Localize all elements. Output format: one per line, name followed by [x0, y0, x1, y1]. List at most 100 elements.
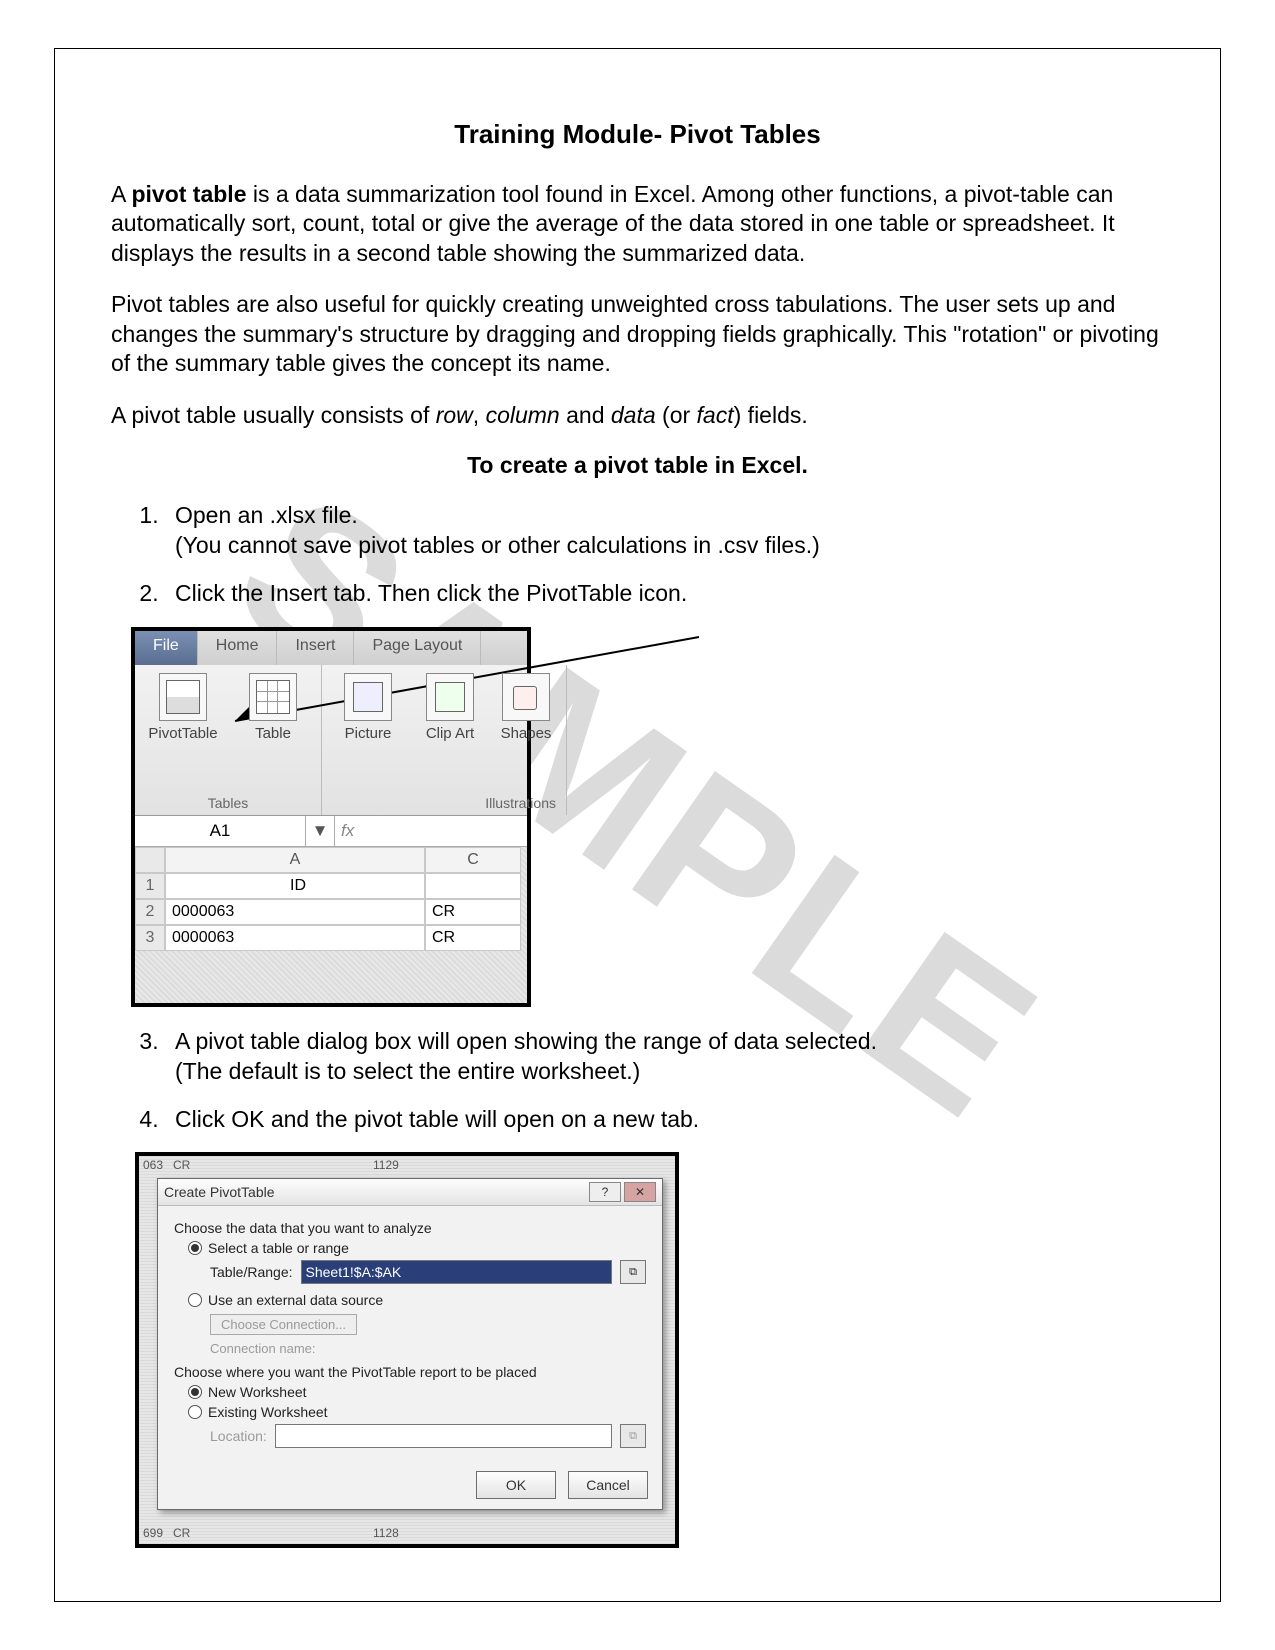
pivottable-label: PivotTable — [148, 725, 217, 742]
radio-dot-icon — [188, 1405, 202, 1419]
cell-c2[interactable]: CR — [425, 899, 521, 925]
shapes-button[interactable]: Shapes — [496, 673, 556, 742]
name-box[interactable]: A1 — [135, 816, 306, 846]
name-box-dropdown[interactable]: ▼ — [306, 816, 335, 846]
radio-external-label: Use an external data source — [208, 1292, 383, 1308]
radio-select-range-label: Select a table or range — [208, 1240, 349, 1256]
label-choose-data: Choose the data that you want to analyze — [174, 1220, 646, 1236]
clipart-icon — [426, 673, 474, 721]
row-header-2[interactable]: 2 — [135, 899, 165, 925]
clipart-label: Clip Art — [426, 725, 474, 742]
radio-select-range[interactable]: Select a table or range — [188, 1240, 646, 1256]
steps-list-cont: A pivot table dialog box will open showi… — [121, 1027, 1164, 1135]
paragraph-3: A pivot table usually consists of row, c… — [111, 401, 1164, 430]
bg-cell: 063 — [143, 1158, 173, 1174]
text: , — [473, 402, 486, 428]
radio-dot-icon — [188, 1293, 202, 1307]
step-4: Click OK and the pivot table will open o… — [165, 1105, 1164, 1135]
bg-cell: 1128 — [373, 1526, 433, 1542]
label-table-range: Table/Range: — [210, 1264, 293, 1280]
group-tables-label: Tables — [145, 795, 311, 813]
bg-cell: 1129 — [373, 1158, 433, 1174]
table-label: Table — [255, 725, 291, 742]
label-choose-place: Choose where you want the PivotTable rep… — [174, 1364, 646, 1380]
screenshot-dialog: 063CR1129 699CR1128 Create PivotTable ? … — [135, 1152, 679, 1548]
choose-connection-button: Choose Connection... — [210, 1314, 357, 1335]
cell-a3[interactable]: 0000063 — [165, 925, 425, 951]
location-picker-button[interactable]: ⧉ — [620, 1424, 646, 1448]
bg-cell: 699 — [143, 1526, 173, 1542]
tab-page-layout[interactable]: Page Layout — [354, 631, 481, 665]
step-1-text: Open an .xlsx file. — [175, 502, 358, 528]
ok-button[interactable]: OK — [476, 1471, 556, 1499]
term-column: column — [486, 402, 560, 428]
bg-cell: CR — [173, 1158, 373, 1174]
dialog-help-button[interactable]: ? — [589, 1182, 621, 1202]
pivottable-icon — [159, 673, 207, 721]
label-location: Location: — [210, 1428, 267, 1444]
paragraph-2: Pivot tables are also useful for quickly… — [111, 290, 1164, 378]
location-input[interactable] — [275, 1424, 612, 1448]
cell-a2[interactable]: 0000063 — [165, 899, 425, 925]
text: ) fields. — [734, 402, 808, 428]
term-data: data — [611, 402, 656, 428]
page-title: Training Module- Pivot Tables — [111, 119, 1164, 150]
tab-insert[interactable]: Insert — [277, 631, 354, 665]
radio-dot-icon — [188, 1241, 202, 1255]
cell-c3[interactable]: CR — [425, 925, 521, 951]
row-header-3[interactable]: 3 — [135, 925, 165, 951]
screenshot-ribbon: File Home Insert Page Layout PivotTable … — [131, 627, 531, 1007]
tab-file[interactable]: File — [135, 631, 198, 665]
radio-existing-worksheet[interactable]: Existing Worksheet — [188, 1404, 646, 1420]
term-pivot-table: pivot table — [131, 181, 246, 207]
row-header-1[interactable]: 1 — [135, 873, 165, 899]
step-3-note: (The default is to select the entire wor… — [175, 1057, 1164, 1087]
cancel-button[interactable]: Cancel — [568, 1471, 648, 1499]
text: (or — [656, 402, 697, 428]
step-2: Click the Insert tab. Then click the Piv… — [165, 579, 1164, 609]
text: is a data summarization tool found in Ex… — [111, 181, 1115, 266]
dialog-title: Create PivotTable — [164, 1184, 275, 1200]
step-2-text: Click the Insert tab. Then click the Piv… — [175, 580, 687, 606]
radio-existing-ws-label: Existing Worksheet — [208, 1404, 328, 1420]
text: and — [560, 402, 611, 428]
steps-list: Open an .xlsx file. (You cannot save piv… — [121, 501, 1164, 609]
clipart-button[interactable]: Clip Art — [422, 673, 478, 742]
table-button[interactable]: Table — [237, 673, 309, 742]
text: A — [111, 181, 131, 207]
cell-a1[interactable]: ID — [165, 873, 425, 899]
create-pivottable-dialog: Create PivotTable ? ✕ Choose the data th… — [157, 1178, 663, 1510]
picture-button[interactable]: Picture — [332, 673, 404, 742]
worksheet-grid[interactable]: A C 1 ID 2 0000063 CR 3 0000063 CR — [135, 847, 527, 951]
pivottable-button[interactable]: PivotTable — [147, 673, 219, 742]
radio-new-ws-label: New Worksheet — [208, 1384, 307, 1400]
formula-bar-fx-icon: fx — [335, 821, 354, 841]
step-1: Open an .xlsx file. (You cannot save piv… — [165, 501, 1164, 561]
shapes-label: Shapes — [501, 725, 552, 742]
bg-cell: CR — [173, 1526, 373, 1542]
text: A pivot table usually consists of — [111, 402, 436, 428]
table-icon — [249, 673, 297, 721]
radio-new-worksheet[interactable]: New Worksheet — [188, 1384, 646, 1400]
step-1-note: (You cannot save pivot tables or other c… — [175, 531, 1164, 561]
picture-label: Picture — [345, 725, 392, 742]
step-4-text: Click OK and the pivot table will open o… — [175, 1106, 699, 1132]
cell-c1[interactable] — [425, 873, 521, 899]
group-illustrations-label: Illustrations — [332, 795, 556, 813]
radio-dot-icon — [188, 1385, 202, 1399]
term-row: row — [436, 402, 473, 428]
range-picker-button[interactable]: ⧉ — [620, 1260, 646, 1284]
step-3-text: A pivot table dialog box will open showi… — [175, 1028, 877, 1054]
col-header-c[interactable]: C — [425, 847, 521, 873]
step-3: A pivot table dialog box will open showi… — [165, 1027, 1164, 1087]
dialog-close-button[interactable]: ✕ — [624, 1182, 656, 1202]
table-range-input[interactable]: Sheet1!$A:$AK — [301, 1260, 612, 1284]
shapes-icon — [502, 673, 550, 721]
tab-home[interactable]: Home — [198, 631, 278, 665]
select-all-corner[interactable] — [135, 847, 165, 873]
paragraph-1: A pivot table is a data summarization to… — [111, 180, 1164, 268]
col-header-a[interactable]: A — [165, 847, 425, 873]
term-fact: fact — [697, 402, 734, 428]
radio-external-source[interactable]: Use an external data source — [188, 1292, 646, 1308]
connection-name-label: Connection name: — [210, 1341, 646, 1356]
